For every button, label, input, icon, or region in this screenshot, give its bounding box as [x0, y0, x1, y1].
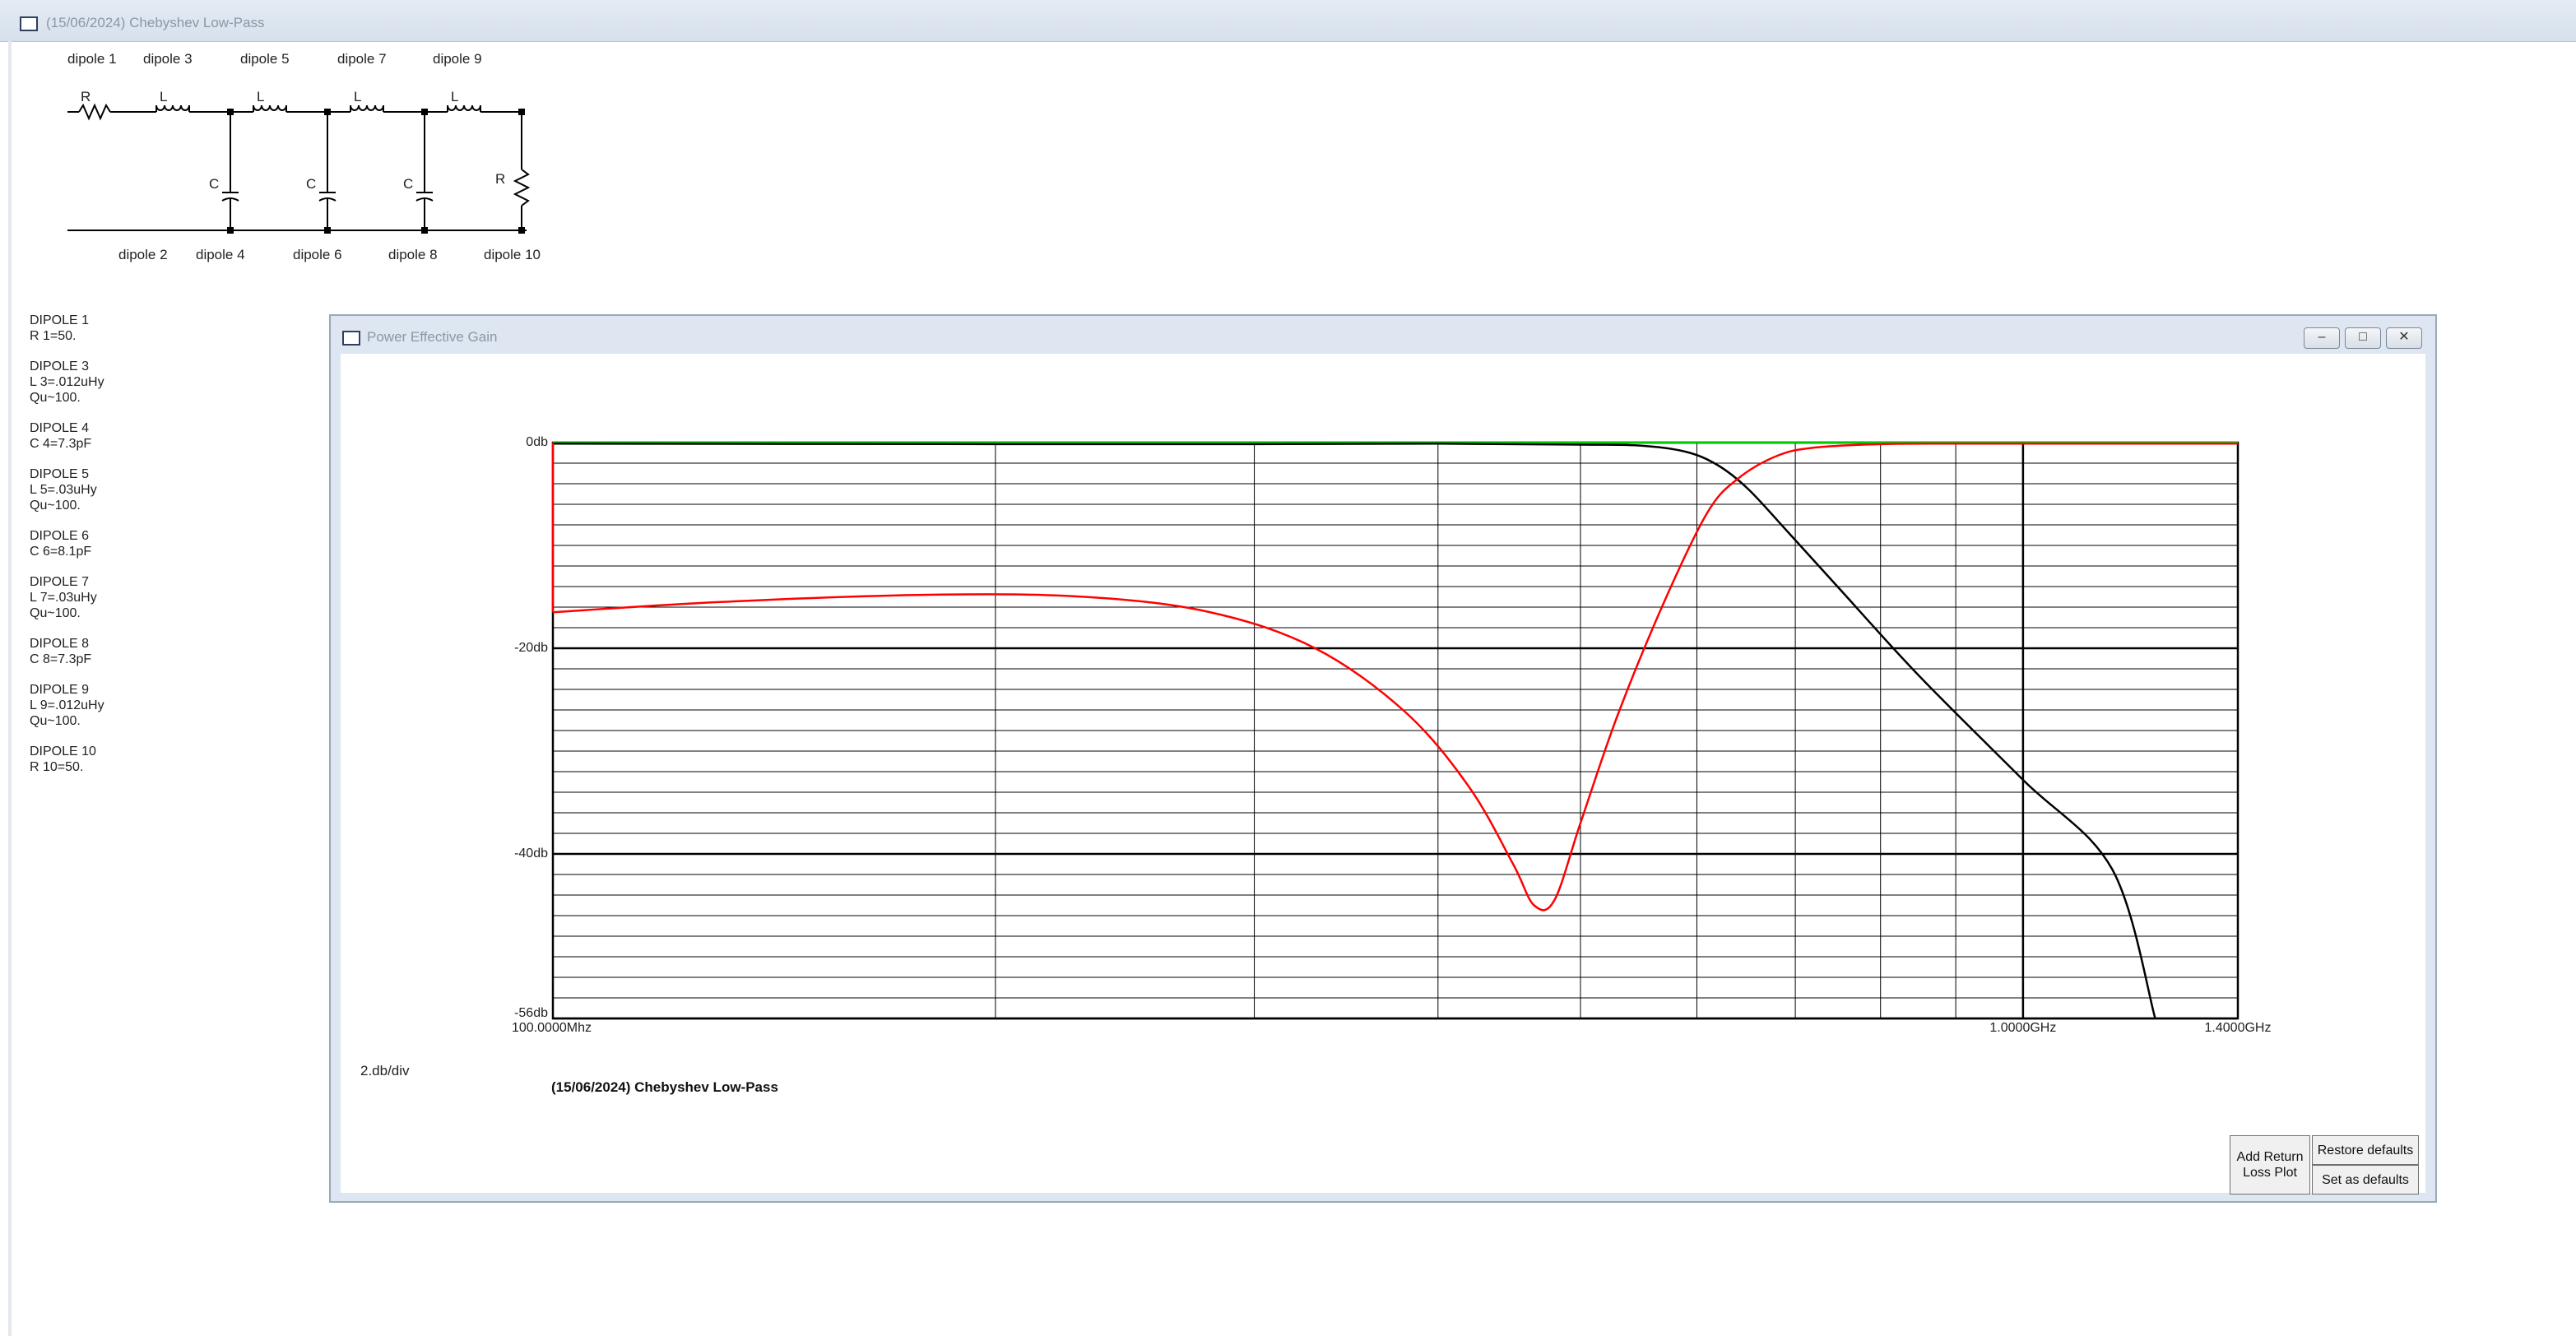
gain-curve-black [552, 442, 2156, 1019]
close-button[interactable]: ✕ [2386, 327, 2422, 349]
plot-window-icon[interactable] [342, 331, 360, 346]
dipole-8-name: DIPOLE 8 [30, 637, 90, 651]
dipole-4-name: DIPOLE 4 [30, 421, 90, 435]
schematic-component-L5: L [257, 89, 265, 104]
scale-label: 2.db/div [360, 1063, 410, 1079]
x-tick-label: 1.0000GHz [1989, 1021, 2056, 1035]
resistor-1 [78, 103, 111, 121]
dipole-9-q: Qu~100. [30, 714, 81, 728]
app-title-bar: (15/06/2024) Chebyshev Low-Pass [0, 0, 2576, 42]
y-tick-label: -40db [514, 847, 548, 861]
plot-window-title: Power Effective Gain [367, 329, 498, 345]
dipole-7-value: L 7=.03uHy [30, 591, 97, 605]
dipole-7-q: Qu~100. [30, 606, 81, 620]
x-tick-label: 100.0000Mhz [512, 1021, 592, 1035]
plot-client-area: 0db -20db -40db -56db 100.0000Mhz 1.0000GHz 1.… [341, 354, 2425, 1195]
dipole-5-value: L 5=.03uHy [30, 483, 97, 497]
dipole-parameter-list: DIPOLE 1 R 1=50. DIPOLE 3 L 3=.012uHy Qu… [30, 313, 104, 790]
y-tick-label: 0db [526, 435, 548, 449]
dipole-8-params: DIPOLE 8 C 8=7.3pF [30, 636, 104, 667]
dipole-3-value: L 3=.012uHy [30, 375, 104, 389]
plot-window-title-bar[interactable]: Power Effective Gain – □ ✕ [331, 316, 2435, 354]
schematic-component-L3: L [160, 89, 168, 104]
schematic-component-C4: C [209, 176, 220, 192]
dipole-10-params: DIPOLE 10 R 10=50. [30, 744, 104, 775]
maximize-button[interactable]: □ [2345, 327, 2381, 349]
dipole-3-params: DIPOLE 3 L 3=.012uHy Qu~100. [30, 359, 104, 406]
y-tick-label: -20db [514, 641, 548, 655]
set-as-defaults-button[interactable]: Set as defaults [2312, 1165, 2419, 1195]
schematic-drawing [67, 103, 531, 234]
inductor-9 [447, 104, 481, 111]
dipole-6-params: DIPOLE 6 C 6=8.1pF [30, 528, 104, 559]
schematic-label-dipole-6: dipole 6 [293, 247, 342, 262]
schematic-label-dipole-8: dipole 8 [388, 247, 438, 262]
dipole-9-value: L 9=.012uHy [30, 698, 104, 712]
dipole-3-name: DIPOLE 3 [30, 360, 90, 373]
x-tick-label: 1.4000GHz [2205, 1021, 2272, 1035]
add-return-loss-button[interactable]: Add Return Loss Plot [2230, 1135, 2310, 1195]
dipole-4-value: C 4=7.3pF [30, 437, 92, 451]
schematic-label-dipole-2: dipole 2 [118, 247, 168, 262]
restore-defaults-button[interactable]: Restore defaults [2312, 1135, 2419, 1165]
dipole-7-params: DIPOLE 7 L 7=.03uHy Qu~100. [30, 574, 104, 621]
dipole-1-name: DIPOLE 1 [30, 313, 90, 327]
dipole-9-name: DIPOLE 9 [30, 683, 90, 697]
schematic-component-C8: C [403, 176, 414, 192]
dipole-10-name: DIPOLE 10 [30, 745, 96, 758]
schematic-component-L7: L [354, 89, 362, 104]
y-tick-label: -56db [514, 1006, 548, 1020]
schematic-label-dipole-4: dipole 4 [196, 247, 245, 262]
gain-chart: 0db -20db -40db -56db100.0000Mhz 1.0000GHz 1.… [512, 435, 2272, 1035]
inductor-7 [350, 104, 384, 111]
dipole-5-q: Qu~100. [30, 499, 81, 513]
app-window-icon[interactable] [20, 16, 38, 31]
dipole-7-name: DIPOLE 7 [30, 575, 90, 589]
minimize-button[interactable]: – [2304, 327, 2340, 349]
return-loss-curve-red [552, 442, 2238, 912]
dipole-5-name: DIPOLE 5 [30, 467, 90, 481]
dipole-6-name: DIPOLE 6 [30, 529, 90, 543]
dipole-6-value: C 6=8.1pF [30, 545, 92, 559]
dipole-3-q: Qu~100. [30, 391, 81, 405]
dipole-5-params: DIPOLE 5 L 5=.03uHy Qu~100. [30, 466, 104, 513]
plot-title: (15/06/2024) Chebyshev Low-Pass [551, 1079, 778, 1095]
power-gain-window[interactable]: Power Effective Gain – □ ✕ 0db -20db -40db… [329, 314, 2437, 1203]
schematic-component-L9: L [451, 89, 459, 104]
schematic-component-R1: R [81, 89, 91, 104]
inductor-3 [155, 104, 190, 111]
dipole-4-params: DIPOLE 4 C 4=7.3pF [30, 420, 104, 452]
dipole-9-params: DIPOLE 9 L 9=.012uHy Qu~100. [30, 682, 104, 729]
inductor-5 [253, 104, 287, 111]
dipole-1-params: DIPOLE 1 R 1=50. [30, 313, 104, 344]
schematic-label-dipole-10: dipole 10 [484, 247, 541, 262]
dipole-1-value: R 1=50. [30, 329, 77, 343]
window-left-border [8, 41, 12, 1336]
schematic-component-R10: R [495, 171, 506, 187]
schematic-component-C6: C [306, 176, 317, 192]
dipole-10-value: R 10=50. [30, 760, 84, 774]
dipole-8-value: C 8=7.3pF [30, 652, 92, 666]
app-title: (15/06/2024) Chebyshev Low-Pass [46, 15, 265, 30]
